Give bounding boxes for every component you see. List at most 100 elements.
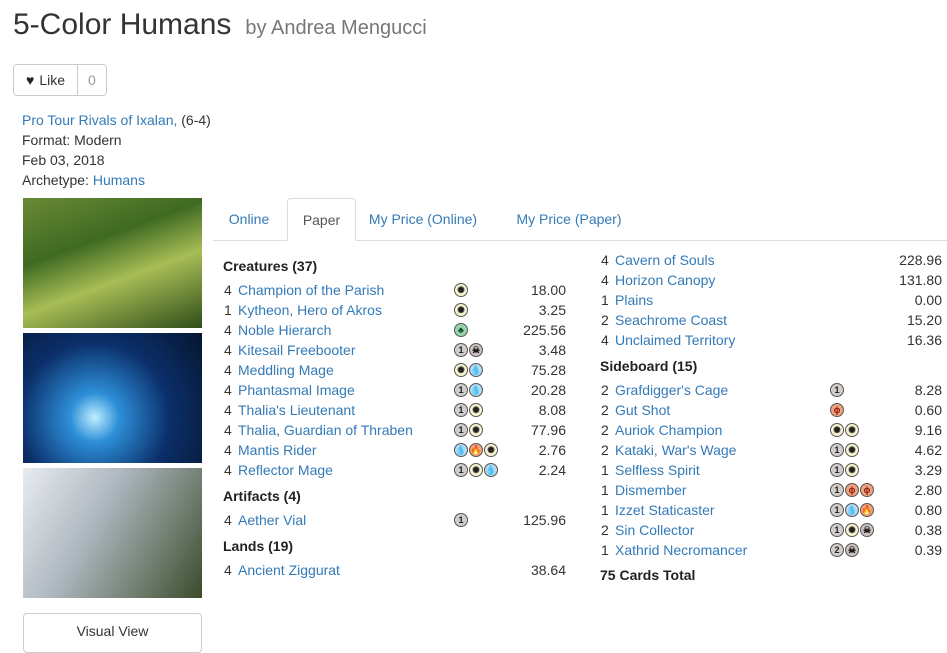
card-name-link[interactable]: Reflector Mage xyxy=(238,460,333,480)
mana-cost: 1 xyxy=(830,383,844,397)
card-quantity: 2 xyxy=(601,442,609,458)
deck-title-line: 5-Color Humans by Andrea Mengucci xyxy=(13,8,427,42)
card-name-link[interactable]: Phantasmal Image xyxy=(238,380,355,400)
tab-my-price-paper[interactable]: My Price (Paper) xyxy=(503,198,635,240)
tab-online[interactable]: Online xyxy=(213,198,285,240)
card-name-link[interactable]: Thalia's Lieutenant xyxy=(238,400,355,420)
mana-cost: 1 xyxy=(454,513,468,527)
card-name-link[interactable]: Meddling Mage xyxy=(238,360,334,380)
card-name-link[interactable]: Gut Shot xyxy=(615,400,670,420)
card-price: 4.62 xyxy=(914,442,942,458)
cards-total: 75 Cards Total xyxy=(600,567,696,583)
card-price: 2.24 xyxy=(538,462,566,478)
white-mana-icon: ✺ xyxy=(845,463,859,477)
mana-cost: 1 💧 🔥 xyxy=(830,503,874,517)
mana-cost: ✺ ✺ xyxy=(830,423,859,437)
deck-date: Feb 03, 2018 xyxy=(22,152,105,168)
card-name-link[interactable]: Thalia, Guardian of Thraben xyxy=(238,420,413,440)
blue-mana-icon: 💧 xyxy=(845,503,859,517)
card-name-link[interactable]: Plains xyxy=(615,290,653,310)
generic-mana-icon: 1 xyxy=(830,463,844,477)
card-name-link[interactable]: Xathrid Necromancer xyxy=(615,540,747,560)
red-mana-icon: 🔥 xyxy=(469,443,483,457)
card-price: 228.96 xyxy=(899,252,942,268)
card-quantity: 4 xyxy=(224,382,232,398)
archetype-link[interactable]: Humans xyxy=(93,172,145,188)
card-name-link[interactable]: Kitesail Freebooter xyxy=(238,340,356,360)
section-artifacts: Artifacts (4) xyxy=(223,488,301,504)
card-name-link[interactable]: Aether Vial xyxy=(238,510,306,530)
card-name-link[interactable]: Ancient Ziggurat xyxy=(238,560,340,580)
mana-cost: 1 ✺ 💧 xyxy=(454,463,498,477)
generic-mana-icon: 1 xyxy=(454,423,468,437)
card-quantity: 4 xyxy=(224,282,232,298)
card-art-thumbnail[interactable] xyxy=(23,198,202,328)
card-name-link[interactable]: Kataki, War's Wage xyxy=(615,440,736,460)
mana-cost: ✺ xyxy=(454,303,468,317)
deck-title: 5-Color Humans xyxy=(13,8,232,41)
mana-cost: 2 ☠ xyxy=(830,543,859,557)
like-button[interactable]: ♥ Like xyxy=(14,65,78,95)
mana-cost: 1 ☠ xyxy=(454,343,483,357)
card-quantity: 4 xyxy=(224,442,232,458)
card-price: 75.28 xyxy=(530,362,566,378)
card-name-link[interactable]: Sin Collector xyxy=(615,520,694,540)
tab-paper[interactable]: Paper xyxy=(287,198,356,241)
card-name-link[interactable]: Champion of the Parish xyxy=(238,280,384,300)
card-art-thumbnail[interactable] xyxy=(23,468,202,598)
white-mana-icon: ✺ xyxy=(845,523,859,537)
card-quantity: 4 xyxy=(224,462,232,478)
like-count: 0 xyxy=(88,72,96,88)
card-price: 3.29 xyxy=(914,462,942,478)
white-mana-icon: ✺ xyxy=(469,463,483,477)
blue-mana-icon: 💧 xyxy=(469,383,483,397)
card-quantity: 4 xyxy=(224,512,232,528)
generic-mana-icon: 1 xyxy=(830,383,844,397)
card-price: 8.08 xyxy=(538,402,566,418)
card-price: 3.25 xyxy=(538,302,566,318)
mana-cost: 1 ✺ xyxy=(830,463,859,477)
card-quantity: 4 xyxy=(601,252,609,268)
card-price: 131.80 xyxy=(899,272,942,288)
event-record: (6-4) xyxy=(181,112,211,128)
card-name-link[interactable]: Noble Hierarch xyxy=(238,320,331,340)
card-name-link[interactable]: Unclaimed Territory xyxy=(615,330,735,350)
white-mana-icon: ✺ xyxy=(469,403,483,417)
card-name-link[interactable]: Grafdigger's Cage xyxy=(615,380,728,400)
card-quantity: 1 xyxy=(601,462,609,478)
format-value: Modern xyxy=(74,132,122,148)
card-quantity: 1 xyxy=(601,542,609,558)
card-quantity: 4 xyxy=(601,272,609,288)
card-art-thumbnail[interactable] xyxy=(23,333,202,463)
card-name-link[interactable]: Cavern of Souls xyxy=(615,250,715,270)
phyrexian-mana-icon: ϕ xyxy=(845,483,859,497)
card-name-link[interactable]: Selfless Spirit xyxy=(615,460,700,480)
mana-cost: 1ϕϕ xyxy=(830,483,874,497)
card-price: 9.16 xyxy=(914,422,942,438)
card-name-link[interactable]: Izzet Staticaster xyxy=(615,500,715,520)
card-name-link[interactable]: Mantis Rider xyxy=(238,440,317,460)
section-sideboard: Sideboard (15) xyxy=(600,358,698,374)
deck-author: by Andrea Mengucci xyxy=(245,17,427,39)
green-mana-icon: ♣ xyxy=(454,323,468,337)
event-link[interactable]: Pro Tour Rivals of Ixalan, xyxy=(22,112,177,128)
card-name-link[interactable]: Dismember xyxy=(615,480,687,500)
card-quantity: 4 xyxy=(224,562,232,578)
card-price: 38.64 xyxy=(530,562,566,578)
card-price: 2.76 xyxy=(538,442,566,458)
black-mana-icon: ☠ xyxy=(845,543,859,557)
mana-cost: 1 ✺ xyxy=(454,423,483,437)
card-name-link[interactable]: Seachrome Coast xyxy=(615,310,727,330)
tab-my-price-online[interactable]: My Price (Online) xyxy=(361,198,485,240)
white-mana-icon: ✺ xyxy=(830,423,844,437)
card-quantity: 4 xyxy=(224,402,232,418)
card-name-link[interactable]: Horizon Canopy xyxy=(615,270,715,290)
card-quantity: 4 xyxy=(224,362,232,378)
price-tabs: Online Paper My Price (Online) My Price … xyxy=(213,198,947,241)
mana-cost: ✺ 💧 xyxy=(454,363,483,377)
phyrexian-mana-icon: ϕ xyxy=(830,403,844,417)
card-price: 77.96 xyxy=(530,422,566,438)
visual-view-button[interactable]: Visual View xyxy=(23,613,202,653)
card-name-link[interactable]: Auriok Champion xyxy=(615,420,722,440)
card-name-link[interactable]: Kytheon, Hero of Akros xyxy=(238,300,382,320)
